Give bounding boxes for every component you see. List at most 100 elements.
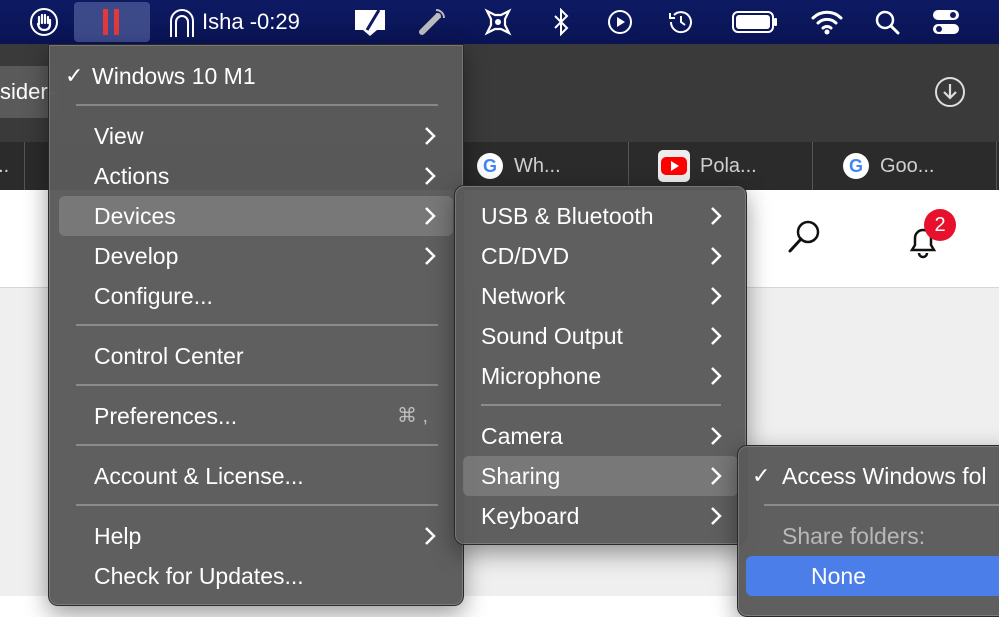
chevron-right-icon: [711, 427, 722, 445]
separator: [76, 444, 438, 446]
user-label-text: Isha -0:29: [202, 9, 300, 34]
notification-badge: 2: [924, 209, 956, 241]
chevron-right-icon: [711, 467, 722, 485]
tab-title: Wh...: [514, 154, 561, 177]
sharing-submenu: ✓ Access Windows fol Share folders: None: [737, 445, 999, 617]
screen-sharing-icon[interactable]: [350, 0, 390, 44]
separator: [76, 384, 438, 386]
menu-item-access-windows-folders[interactable]: ✓ Access Windows fol: [746, 456, 999, 496]
menu-item-microphone[interactable]: Microphone: [463, 356, 738, 396]
tab-google-2[interactable]: G Goo...: [828, 142, 997, 190]
menu-item-check-updates[interactable]: Check for Updates...: [59, 556, 453, 596]
tab-youtube[interactable]: Pola...: [644, 142, 813, 190]
menu-item-label: Windows 10 M1: [92, 63, 256, 89]
menu-item-control-center[interactable]: Control Center: [59, 336, 453, 376]
spotlight-search-icon[interactable]: [870, 0, 904, 44]
tab-partial[interactable]: v...: [0, 142, 25, 190]
menu-item-sound-output[interactable]: Sound Output: [463, 316, 738, 356]
play-circle-icon[interactable]: [604, 0, 636, 44]
time-machine-icon[interactable]: [664, 0, 698, 44]
menu-item-develop[interactable]: Develop: [59, 236, 453, 276]
wifi-icon[interactable]: [810, 0, 844, 44]
menu-item-label: USB & Bluetooth: [481, 203, 654, 229]
menu-item-label: Configure...: [94, 283, 213, 309]
svg-text:G: G: [483, 156, 497, 176]
chevron-right-icon: [425, 247, 436, 265]
menu-item-label: Keyboard: [481, 503, 580, 529]
separator: [76, 324, 438, 326]
utility-tool-icon[interactable]: [478, 0, 518, 44]
menu-item-label: Access Windows fol: [782, 463, 987, 489]
hand-stop-icon[interactable]: [26, 0, 62, 44]
parallels-icon[interactable]: [74, 2, 150, 42]
menu-item-account-license[interactable]: Account & License...: [59, 456, 453, 496]
menu-item-keyboard[interactable]: Keyboard: [463, 496, 738, 536]
checkmark-icon: ✓: [752, 463, 771, 488]
menu-item-vm[interactable]: ✓ Windows 10 M1: [57, 56, 455, 96]
separator: [481, 404, 721, 406]
tab-google-1[interactable]: G Wh...: [462, 142, 629, 190]
google-icon: G: [477, 153, 503, 179]
menu-item-label: Microphone: [481, 363, 602, 389]
menu-item-label: Network: [481, 283, 566, 309]
menu-item-label: Account & License...: [94, 463, 304, 489]
satellite-icon[interactable]: [412, 0, 452, 44]
battery-icon[interactable]: [730, 0, 780, 44]
separator: [764, 504, 999, 506]
menu-item-label: Preferences...: [94, 403, 238, 429]
separator: [76, 104, 438, 106]
menu-item-sharing[interactable]: Sharing: [463, 456, 738, 496]
google-icon: G: [843, 153, 869, 179]
keyboard-shortcut: ⌘ ,: [397, 405, 429, 427]
tab-title: v...: [0, 154, 10, 177]
menu-item-camera[interactable]: Camera: [463, 416, 738, 456]
menu-item-view[interactable]: View: [59, 116, 453, 156]
user-status[interactable]: Isha -0:29: [168, 0, 318, 44]
parallels-menu: ✓ Windows 10 M1 View Actions Devices Dev…: [48, 44, 464, 606]
menu-item-cd-dvd[interactable]: CD/DVD: [463, 236, 738, 276]
menu-item-preferences[interactable]: Preferences... ⌘ ,: [59, 396, 453, 436]
address-text: sider-: [0, 79, 56, 104]
chevron-right-icon: [711, 367, 722, 385]
menu-item-label: Camera: [481, 423, 563, 449]
youtube-icon: [658, 150, 690, 182]
menu-item-help[interactable]: Help: [59, 516, 453, 556]
menu-item-devices[interactable]: Devices: [59, 196, 453, 236]
checkmark-icon: ✓: [65, 63, 84, 88]
menu-item-none[interactable]: None: [746, 556, 999, 596]
menu-item-configure[interactable]: Configure...: [59, 276, 453, 316]
tab-title: Pola...: [700, 154, 757, 177]
chevron-right-icon: [711, 507, 722, 525]
chevron-right-icon: [425, 207, 436, 225]
separator: [76, 504, 438, 506]
menu-section-header: Share folders:: [782, 523, 926, 549]
chevron-right-icon: [711, 287, 722, 305]
menu-item-usb-bluetooth[interactable]: USB & Bluetooth: [463, 196, 738, 236]
menu-item-label: Control Center: [94, 343, 244, 369]
menu-item-actions[interactable]: Actions: [59, 156, 453, 196]
menu-item-label: None: [811, 563, 866, 589]
download-icon[interactable]: [934, 76, 966, 108]
bluetooth-icon[interactable]: [546, 0, 576, 44]
chevron-right-icon: [425, 527, 436, 545]
share-folders-header: Share folders:: [746, 516, 999, 556]
search-icon[interactable]: [786, 218, 824, 256]
menu-item-label: CD/DVD: [481, 243, 570, 269]
menu-item-label: Help: [94, 523, 142, 549]
menu-item-label: View: [94, 123, 144, 149]
chevron-right-icon: [711, 327, 722, 345]
menu-bar: Isha -0:29: [0, 0, 999, 44]
chevron-right-icon: [425, 127, 436, 145]
control-center-icon[interactable]: [928, 0, 964, 44]
menu-item-label: Devices: [94, 203, 176, 229]
menu-item-label: Actions: [94, 163, 170, 189]
menu-item-label: Sharing: [481, 463, 561, 489]
chevron-right-icon: [425, 167, 436, 185]
menu-item-network[interactable]: Network: [463, 276, 738, 316]
menu-item-label: Check for Updates...: [94, 563, 304, 589]
menu-item-label: Develop: [94, 243, 179, 269]
menu-item-label: Sound Output: [481, 323, 623, 349]
tab-title: Goo...: [880, 154, 935, 177]
chevron-right-icon: [711, 207, 722, 225]
devices-submenu: USB & Bluetooth CD/DVD Network Sound Out…: [454, 185, 747, 545]
